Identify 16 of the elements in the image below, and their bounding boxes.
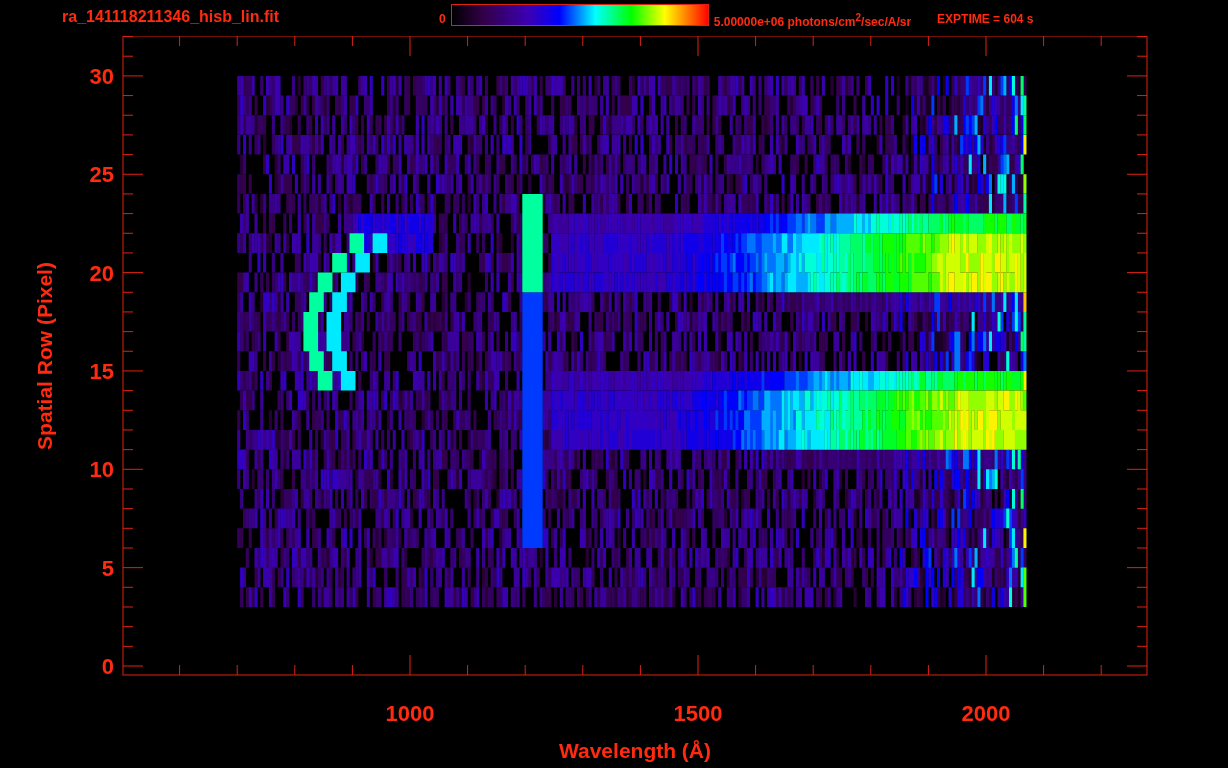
y-axis-label: Spatial Row (Pixel) (33, 262, 56, 450)
x-axis-label: Wavelength (Å) (558, 739, 712, 762)
x-axis-tick-label: 2000 (961, 701, 1011, 726)
y-axis-tick-label: 0 (101, 654, 114, 679)
exposure-time: EXPTIME = 604 s (937, 12, 1034, 26)
y-axis-tick-label: 10 (89, 457, 114, 483)
x-axis-tick-label: 1500 (673, 701, 723, 726)
x-axis-tick-label: 1000 (385, 701, 435, 726)
y-axis-tick-label: 5 (101, 555, 114, 581)
y-axis-tick-label: 30 (89, 63, 114, 89)
y-axis-tick-label: 25 (89, 162, 114, 188)
colorbar-max-label: 5.00000e+06 photons/cm$^{2}$/sec/A/sr (713, 12, 912, 29)
y-axis-tick-label: 20 (89, 260, 114, 286)
file-name: ra_141118211346_hisb_lin.fit (62, 8, 280, 26)
colorbar-min-label: 0 (439, 12, 446, 26)
y-axis-tick-label: 15 (89, 358, 114, 384)
